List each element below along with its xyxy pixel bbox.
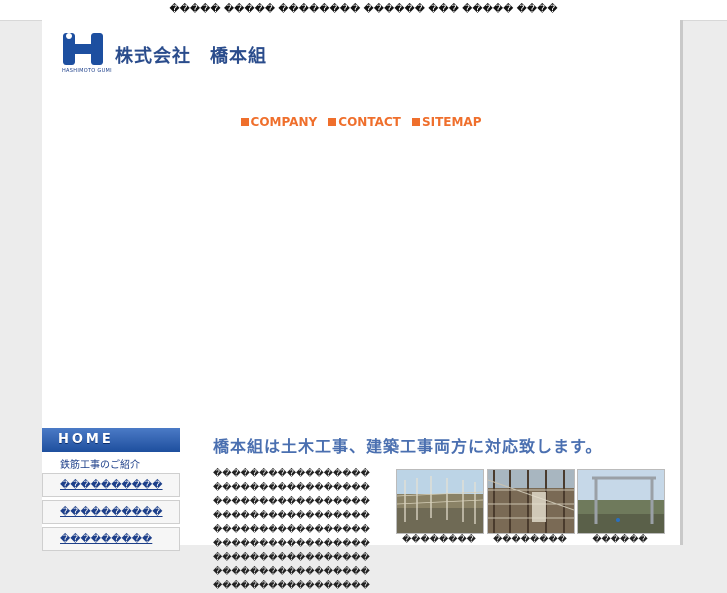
square-bullet-icon: [240, 118, 249, 126]
company-name: 株式会社 橋本組: [115, 46, 267, 67]
sidebar-item-3[interactable]: ���������: [42, 527, 180, 551]
nav-contact[interactable]: CONTACT: [328, 115, 401, 129]
photo-2[interactable]: [487, 469, 575, 534]
nav-sitemap[interactable]: SITEMAP: [411, 115, 482, 129]
square-bullet-icon: [328, 118, 337, 126]
photo-1[interactable]: [396, 469, 484, 534]
sidebar-item-1[interactable]: ����������: [42, 473, 180, 497]
home-button[interactable]: HOME: [42, 428, 180, 452]
photo-1-caption: ��������: [402, 535, 476, 545]
nav-company[interactable]: COMPANY: [240, 115, 318, 129]
nav-sitemap-label: SITEMAP: [421, 115, 482, 129]
main-nav: COMPANY CONTACT SITEMAP: [42, 111, 680, 130]
nav-company-label: COMPANY: [250, 115, 318, 129]
page-container: HASHIMOTO GUMI 株式会社 橋本組 COMPANY CONTACT …: [42, 20, 683, 591]
logo-subtitle: HASHIMOTO GUMI: [62, 68, 112, 74]
main-description: ����������������������������������������…: [213, 469, 370, 591]
sidebar: HOME 鉄筋工事のご紹介 ���������� ���������� ����…: [42, 428, 180, 551]
photo-2-caption: ��������: [493, 535, 567, 545]
photo-3[interactable]: [577, 469, 665, 534]
sidebar-item-2[interactable]: ����������: [42, 500, 180, 524]
top-bar-text: ����� ����� �������� ������ ��� ����� ��…: [169, 4, 558, 15]
nav-contact-label: CONTACT: [338, 115, 401, 129]
main-heading: 橋本組は土木工事、建築工事両方に対応致します。: [213, 437, 603, 456]
sidebar-intro-link[interactable]: 鉄筋工事のご紹介: [42, 452, 180, 470]
photo-3-caption: ������: [592, 535, 648, 545]
top-bar: ����� ����� �������� ������ ��� ����� ��…: [0, 0, 727, 21]
square-bullet-icon: [411, 118, 420, 126]
